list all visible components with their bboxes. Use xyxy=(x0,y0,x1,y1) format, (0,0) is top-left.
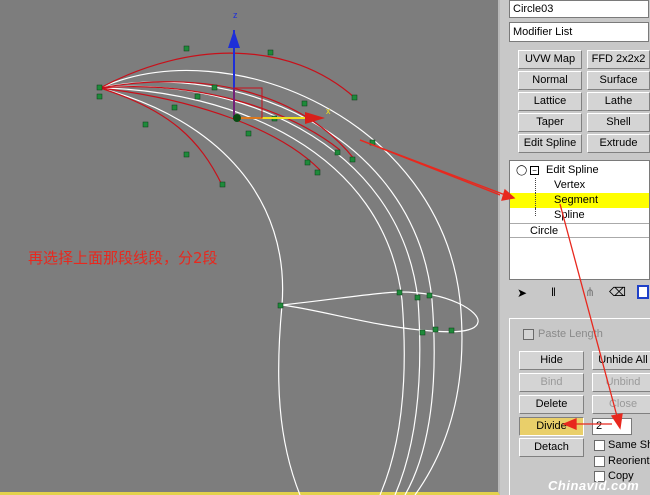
paste-length-checkbox[interactable] xyxy=(523,329,534,340)
tree-line-icon xyxy=(535,208,536,216)
taper-button[interactable]: Taper xyxy=(518,113,582,132)
stack-item-circle[interactable]: Circle xyxy=(510,223,649,238)
command-panel: Circle03 Modifier List UVW Map FFD 2x2x2… xyxy=(503,0,650,495)
close-button[interactable]: Close xyxy=(592,395,650,414)
bind-button[interactable]: Bind xyxy=(519,373,584,392)
uvw-map-button[interactable]: UVW Map xyxy=(518,50,582,69)
same-shp-label: Same Shp xyxy=(608,439,650,451)
edit-spline-button[interactable]: Edit Spline xyxy=(518,134,582,153)
divide-button[interactable]: Divide xyxy=(519,417,584,436)
make-unique-icon[interactable]: ⋔ xyxy=(585,285,595,299)
spline-mid2 xyxy=(99,85,421,495)
unhide-all-button[interactable]: Unhide All xyxy=(592,351,650,370)
reorient-label: Reorient xyxy=(608,455,650,467)
vertex-points[interactable] xyxy=(96,45,455,336)
stack-item-label: Spline xyxy=(554,209,585,221)
stack-item-label: Vertex xyxy=(554,179,586,191)
modifier-list-dropdown[interactable]: Modifier List xyxy=(509,22,649,42)
stack-item-spline[interactable]: Spline xyxy=(510,208,649,223)
paste-length-label: Paste Length xyxy=(538,328,603,340)
lattice-button[interactable]: Lattice xyxy=(518,92,582,111)
ffd-button[interactable]: FFD 2x2x2 xyxy=(587,50,650,69)
object-name-field[interactable]: Circle03 xyxy=(509,0,649,18)
same-shp-checkbox[interactable] xyxy=(594,440,605,451)
pin-stack-icon[interactable]: ➤ xyxy=(517,286,527,300)
hide-button[interactable]: Hide xyxy=(519,351,584,370)
stack-toolbar: ➤ ‖ ⋔ ⌫ xyxy=(509,283,650,305)
modifier-stack[interactable]: ◯ − Edit Spline Vertex Segment Spline Ci… xyxy=(509,160,650,280)
extrude-button[interactable]: Extrude xyxy=(587,134,650,153)
spline-mid1 xyxy=(99,81,435,495)
unbind-button[interactable]: Unbind xyxy=(592,373,650,392)
axis-z-label: z xyxy=(233,10,238,20)
spline-outer xyxy=(99,69,463,495)
tree-line-icon xyxy=(535,193,536,208)
stack-item-edit-spline[interactable]: ◯ − Edit Spline xyxy=(510,163,649,178)
stack-item-segment[interactable]: Segment xyxy=(510,193,649,208)
axis-x-label: x xyxy=(326,106,331,116)
stack-item-vertex[interactable]: Vertex xyxy=(510,178,649,193)
divide-count-spinner[interactable]: 2 xyxy=(592,418,632,435)
lathe-button[interactable]: Lathe xyxy=(587,92,650,111)
geometry-rollout: Paste Length Hide Unhide All Bind Unbind… xyxy=(509,318,650,495)
shell-button[interactable]: Shell xyxy=(587,113,650,132)
collapse-icon[interactable]: − xyxy=(530,166,539,175)
annotation-arrows xyxy=(359,139,500,196)
spline-inner xyxy=(99,87,405,495)
stack-item-label: Segment xyxy=(554,194,599,206)
watermark: Chinavid.com xyxy=(548,478,640,493)
detach-button[interactable]: Detach xyxy=(519,438,584,457)
configure-icon[interactable] xyxy=(637,285,649,299)
delete-button[interactable]: Delete xyxy=(519,395,584,414)
tree-line-icon xyxy=(535,178,536,193)
show-end-result-icon[interactable]: ‖ xyxy=(551,285,556,299)
viewport[interactable]: z x 再选择上面那段线段，分2段 xyxy=(0,0,500,495)
spline-loop xyxy=(281,291,479,333)
surface-button[interactable]: Surface xyxy=(587,71,650,90)
lightbulb-icon[interactable]: ◯ xyxy=(516,163,527,178)
stack-item-label: Circle xyxy=(530,225,559,237)
white-splines xyxy=(99,69,479,495)
stack-item-label: Edit Spline xyxy=(546,164,599,176)
transform-gizmo[interactable] xyxy=(228,30,325,124)
annotation-text: 再选择上面那段线段，分2段 xyxy=(28,249,218,267)
reorient-checkbox[interactable] xyxy=(594,456,605,467)
remove-modifier-icon[interactable]: ⌫ xyxy=(609,285,626,299)
normal-button[interactable]: Normal xyxy=(518,71,582,90)
